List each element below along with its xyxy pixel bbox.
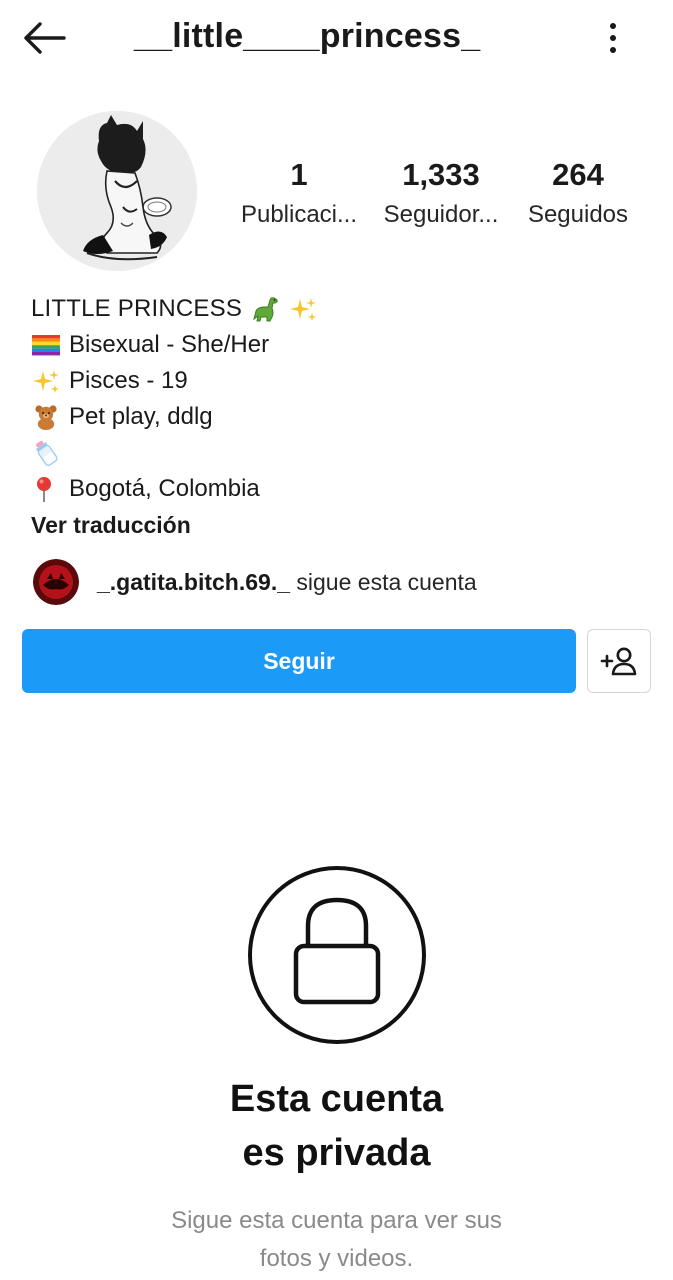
following-label: Seguidos — [527, 201, 629, 228]
more-options-button[interactable] — [596, 16, 630, 60]
bio-line: Pisces - 19 — [31, 363, 641, 399]
top-bar: __little____princess_ — [0, 0, 673, 76]
sparkles-emoji — [33, 370, 59, 393]
followers-label: Seguidor... — [383, 201, 499, 228]
add-person-icon — [600, 647, 637, 676]
dinosaur-emoji — [253, 297, 278, 322]
followers-count: 1,333 — [402, 157, 480, 192]
round-pushpin-emoji — [37, 477, 51, 502]
private-title-line-1: Esta cuenta — [229, 1078, 444, 1120]
suggested-accounts-button[interactable] — [587, 629, 651, 693]
profile-display-name: LITTLE PRINCESS — [31, 295, 243, 322]
bio-line: Bogotá, Colombia — [31, 471, 641, 507]
mutual-follower-avatar[interactable] — [33, 559, 79, 605]
more-vertical-icon-dot — [610, 35, 616, 41]
private-title-line-2: es privada — [242, 1132, 431, 1174]
sparkles-emoji — [290, 298, 317, 321]
bio-line-text: Pet play, ddlg — [69, 403, 213, 430]
stat-following[interactable]: 264 Seguidos — [514, 152, 642, 232]
bio-line: Bisexual - She/Her — [31, 327, 641, 363]
posts-count: 1 — [290, 157, 308, 192]
bio-line-text: Pisces - 19 — [69, 367, 188, 394]
back-button[interactable] — [22, 14, 78, 62]
mutual-follower[interactable]: _.gatita.bitch.69._ sigue esta cuenta — [33, 558, 477, 606]
follow-button[interactable]: Seguir — [22, 629, 576, 693]
private-account-subtitle: Sigue esta cuenta para ver sus fotos y v… — [0, 1202, 673, 1278]
bio-name-line: LITTLE PRINCESS — [31, 291, 641, 327]
following-count: 264 — [552, 157, 604, 192]
private-subtitle-line-2: fotos y videos. — [259, 1245, 414, 1272]
bio-line: Pet play, ddlg — [31, 399, 641, 435]
teddy-bear-emoji — [35, 405, 57, 430]
mutual-follower-suffix: sigue esta cuenta — [290, 568, 477, 595]
mutual-follower-username[interactable]: _.gatita.bitch.69._ — [97, 569, 290, 595]
private-account-lock — [246, 864, 428, 1046]
more-vertical-icon-dot — [610, 47, 616, 53]
mutual-follower-text: _.gatita.bitch.69._ sigue esta cuenta — [97, 569, 477, 596]
bio-line-text: Bogotá, Colombia — [69, 475, 260, 502]
see-translation-link[interactable]: Ver traducción — [31, 507, 641, 543]
profile-avatar[interactable] — [37, 111, 197, 271]
lock-icon — [248, 866, 426, 1044]
arrow-left-icon — [24, 22, 66, 54]
bio-line — [31, 435, 641, 471]
stat-posts: 1 Publicaci... — [232, 152, 366, 232]
rainbow-flag-emoji — [32, 335, 60, 356]
profile-username: __little____princess_ — [134, 17, 481, 55]
more-vertical-icon — [610, 23, 616, 29]
mutual-avatar-image — [33, 559, 79, 605]
profile-bio: LITTLE PRINCESS Bisexual - She/Her Pisce — [31, 291, 641, 543]
posts-label: Publicaci... — [240, 201, 358, 228]
bio-line-text: Bisexual - She/Her — [69, 331, 270, 358]
stat-followers[interactable]: 1,333 Seguidor... — [374, 152, 508, 232]
profile-avatar-illustration — [37, 111, 197, 271]
baby-bottle-emoji — [35, 440, 58, 466]
private-subtitle-line-1: Sigue esta cuenta para ver sus — [171, 1207, 502, 1234]
private-account-title: Esta cuenta es privada — [0, 1072, 673, 1180]
